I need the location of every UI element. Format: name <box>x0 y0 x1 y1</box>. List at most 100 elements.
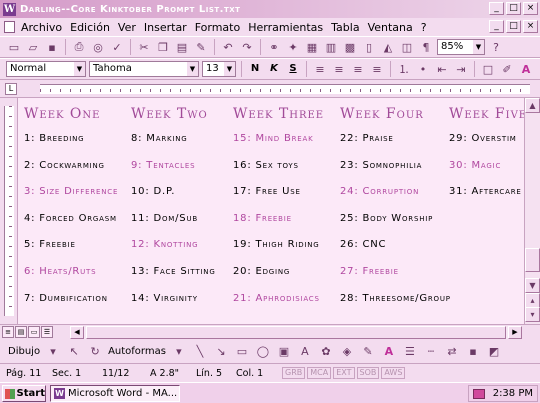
horizontal-scrollbar[interactable]: ≡ ▤ ▭ ☰ ◀ ▶ <box>0 324 540 340</box>
web-view-icon[interactable]: ▤ <box>15 326 27 338</box>
chevron-down-icon[interactable]: ▼ <box>224 62 235 76</box>
underline-button[interactable]: S <box>285 61 301 77</box>
doc-close-button[interactable]: × <box>523 20 538 33</box>
text-box-icon[interactable]: ▣ <box>276 344 292 360</box>
wordart-icon[interactable]: A <box>297 344 313 360</box>
tables-borders-icon[interactable]: ▦ <box>304 39 320 55</box>
chevron-down-icon[interactable]: ▾ <box>45 344 61 360</box>
font-color-icon[interactable]: A <box>518 61 534 77</box>
oval-icon[interactable]: ◯ <box>255 344 271 360</box>
vertical-ruler[interactable] <box>0 98 18 324</box>
doc-restore-button[interactable]: □ <box>506 20 521 33</box>
print-preview-icon[interactable]: ◎ <box>90 39 106 55</box>
bullets-icon[interactable]: • <box>415 61 431 77</box>
vertical-scrollbar[interactable]: ▲ ▼ ▴ ▾ <box>524 98 540 324</box>
menu-help[interactable]: ? <box>421 21 427 34</box>
doc-minimize-button[interactable]: _ <box>489 20 504 33</box>
previous-page-icon[interactable]: ▴ <box>525 293 540 308</box>
insert-table-icon[interactable]: ▥ <box>323 39 339 55</box>
minimize-button[interactable]: _ <box>489 2 504 15</box>
word-app-icon[interactable]: W <box>3 2 16 16</box>
menu-ventana[interactable]: Ventana <box>368 21 413 34</box>
tray-app-icon[interactable] <box>472 388 485 399</box>
draw-menu-button[interactable]: Dibujo <box>8 346 40 357</box>
menu-herramientas[interactable]: Herramientas <box>248 21 323 34</box>
document-icon[interactable] <box>4 21 15 33</box>
tab-selector-icon[interactable]: L <box>5 83 17 95</box>
clipart-icon[interactable]: ✿ <box>318 344 334 360</box>
status-indicator-ext[interactable]: EXT <box>333 367 355 379</box>
drawing-icon[interactable]: ◭ <box>380 39 396 55</box>
status-indicator-spell[interactable]: AWS <box>381 367 406 379</box>
scroll-left-icon[interactable]: ◀ <box>70 326 84 339</box>
font-size-select[interactable]: 13 ▼ <box>202 61 236 77</box>
rectangle-icon[interactable]: ▭ <box>234 344 250 360</box>
justify-icon[interactable]: ≡ <box>369 61 385 77</box>
maximize-button[interactable]: □ <box>506 2 521 15</box>
taskbar-word-button[interactable]: W Microsoft Word - MA... <box>50 385 180 402</box>
increase-indent-icon[interactable]: ⇥ <box>453 61 469 77</box>
help-icon[interactable]: ? <box>488 39 504 55</box>
web-toolbar-icon[interactable]: ✦ <box>285 39 301 55</box>
shadow-icon[interactable]: ▪ <box>465 344 481 360</box>
select-objects-icon[interactable]: ↖ <box>66 344 82 360</box>
font-select[interactable]: Tahoma ▼ <box>89 61 199 77</box>
redo-icon[interactable]: ↷ <box>239 39 255 55</box>
format-painter-icon[interactable]: ✎ <box>193 39 209 55</box>
close-button[interactable]: × <box>523 2 538 15</box>
italic-button[interactable]: K <box>266 61 282 77</box>
clock[interactable]: 2:38 PM <box>493 388 533 399</box>
scroll-down-icon[interactable]: ▼ <box>525 278 540 293</box>
columns-icon[interactable]: ▯ <box>361 39 377 55</box>
bold-button[interactable]: N <box>247 61 263 77</box>
print-icon[interactable]: ⎙ <box>71 39 87 55</box>
scroll-thumb[interactable] <box>525 248 540 272</box>
undo-icon[interactable]: ↶ <box>220 39 236 55</box>
normal-view-icon[interactable]: ≡ <box>2 326 14 338</box>
line-icon[interactable]: ╲ <box>192 344 208 360</box>
scroll-right-icon[interactable]: ▶ <box>508 326 522 339</box>
status-indicator-ovr[interactable]: SOB <box>356 367 380 379</box>
horizontal-ruler[interactable]: L <box>0 80 540 98</box>
align-left-icon[interactable]: ≡ <box>312 61 328 77</box>
next-page-icon[interactable]: ▾ <box>525 307 540 322</box>
chevron-down-icon[interactable]: ▾ <box>171 344 187 360</box>
3d-icon[interactable]: ◩ <box>486 344 502 360</box>
free-rotate-icon[interactable]: ↻ <box>87 344 103 360</box>
style-select[interactable]: Normal ▼ <box>6 61 86 77</box>
outline-view-icon[interactable]: ☰ <box>41 326 53 338</box>
line-color-icon[interactable]: ✎ <box>360 344 376 360</box>
copy-icon[interactable]: ❐ <box>155 39 171 55</box>
chevron-down-icon[interactable]: ▼ <box>74 62 85 76</box>
start-button[interactable]: Start <box>2 385 46 402</box>
menu-archivo[interactable]: Archivo <box>21 21 62 34</box>
menu-insertar[interactable]: Insertar <box>144 21 187 34</box>
cut-icon[interactable]: ✂ <box>136 39 152 55</box>
align-right-icon[interactable]: ≡ <box>350 61 366 77</box>
autoshapes-menu-button[interactable]: Autoformas <box>108 346 166 357</box>
border-icon[interactable]: □ <box>480 61 496 77</box>
spelling-icon[interactable]: ✓ <box>109 39 125 55</box>
decrease-indent-icon[interactable]: ⇤ <box>434 61 450 77</box>
show-hide-icon[interactable]: ¶ <box>418 39 434 55</box>
menu-ver[interactable]: Ver <box>118 21 136 34</box>
font-color-icon[interactable]: A <box>381 344 397 360</box>
chevron-down-icon[interactable]: ▼ <box>187 62 198 76</box>
scroll-up-icon[interactable]: ▲ <box>525 98 540 113</box>
highlight-icon[interactable]: ✐ <box>499 61 515 77</box>
dash-style-icon[interactable]: ┄ <box>423 344 439 360</box>
document-page[interactable]: Week One 1: Breeding 2: Cockwarming 3: S… <box>18 98 524 324</box>
menu-tabla[interactable]: Tabla <box>331 21 359 34</box>
align-center-icon[interactable]: ≡ <box>331 61 347 77</box>
save-icon[interactable]: ▪ <box>44 39 60 55</box>
insert-excel-icon[interactable]: ▩ <box>342 39 358 55</box>
line-style-icon[interactable]: ☰ <box>402 344 418 360</box>
status-indicator-trk[interactable]: MCA <box>307 367 332 379</box>
chevron-down-icon[interactable]: ▼ <box>473 40 484 54</box>
zoom-select[interactable]: 85% ▼ <box>437 39 485 55</box>
new-document-icon[interactable]: ▭ <box>6 39 22 55</box>
status-indicator-rec[interactable]: GRB <box>282 367 306 379</box>
menu-formato[interactable]: Formato <box>195 21 241 34</box>
fill-color-icon[interactable]: ◈ <box>339 344 355 360</box>
arrow-style-icon[interactable]: ⇄ <box>444 344 460 360</box>
